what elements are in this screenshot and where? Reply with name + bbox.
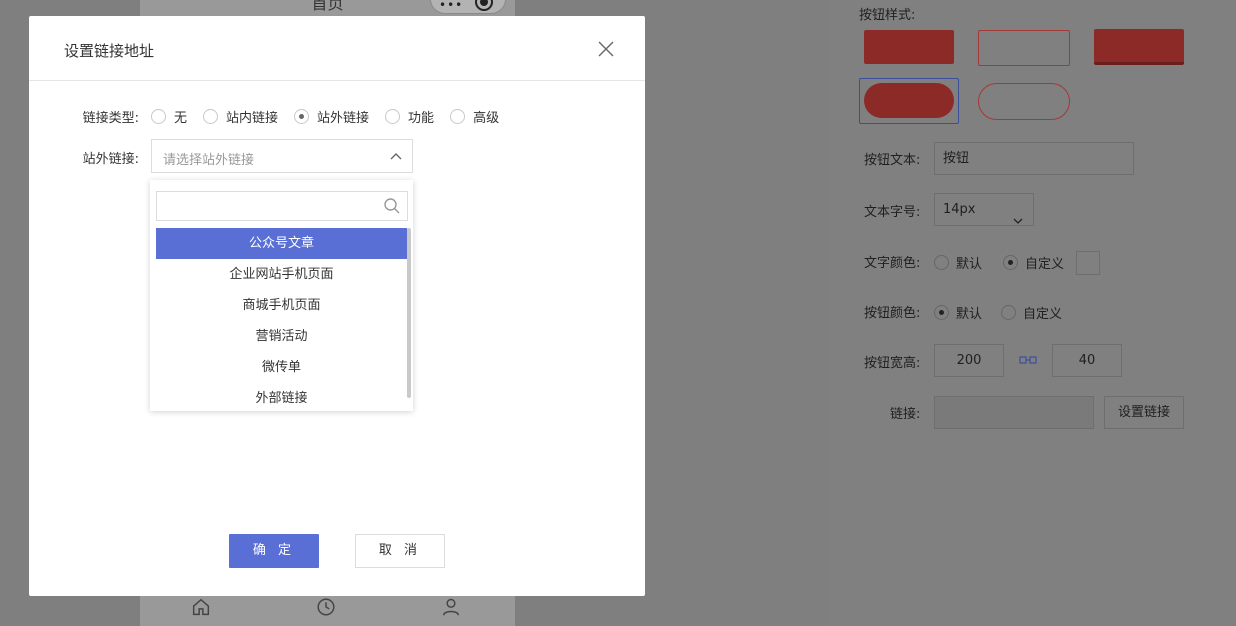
radio-label: 功能 — [408, 110, 435, 126]
link-type-internal-radio[interactable]: 站内链接 — [203, 107, 278, 126]
font-size-label: 文本字号: — [864, 205, 921, 220]
link-type-label: 链接类型: — [82, 111, 139, 126]
set-link-dialog: 设置链接地址 链接类型: 无 站内链接 站外链接 功能 高级 站外链接: 请选择… — [29, 16, 645, 596]
link-display-field — [934, 396, 1094, 429]
select-placeholder: 请选择站外链接 — [163, 153, 255, 168]
style-swatch-selected-frame[interactable] — [859, 78, 959, 124]
radio-label: 站外链接 — [317, 110, 370, 126]
external-link-dropdown: 公众号文章 企业网站手机页面 商城手机页面 营销活动 微传单 外部链接 — [150, 180, 413, 411]
text-color-swatch[interactable] — [1076, 251, 1100, 275]
radio-label: 自定义 — [1023, 307, 1063, 322]
button-text-input[interactable]: 按钮 — [934, 142, 1134, 175]
radio-icon — [151, 108, 166, 124]
radio-icon — [203, 108, 219, 124]
radio-icon — [1001, 305, 1016, 320]
link-type-external-radio[interactable]: 站外链接 — [294, 107, 369, 126]
radio-checked-icon — [1003, 255, 1018, 270]
radio-icon — [450, 108, 466, 124]
link-type-radio-group: 无 站内链接 站外链接 功能 高级 — [151, 107, 515, 126]
radio-checked-icon — [294, 108, 310, 124]
dropdown-option[interactable]: 微传单 — [156, 352, 407, 383]
radio-label: 默认 — [956, 307, 983, 322]
confirm-button[interactable]: 确 定 — [229, 534, 319, 568]
radio-label: 高级 — [473, 110, 500, 126]
radio-checked-icon — [934, 305, 949, 320]
dialog-title: 设置链接地址 — [64, 42, 155, 60]
style-swatch-pill-solid — [864, 83, 954, 118]
dropdown-search-box — [156, 191, 408, 221]
size-label: 按钮宽高: — [864, 356, 921, 371]
dialog-header: 设置链接地址 — [29, 16, 645, 81]
dropdown-option[interactable]: 商城手机页面 — [156, 290, 407, 321]
style-swatch-3d[interactable] — [1094, 29, 1184, 65]
style-swatch-pill-outline[interactable] — [978, 83, 1070, 120]
set-link-button[interactable]: 设置链接 — [1104, 396, 1184, 429]
more-icon: ••• — [439, 0, 464, 12]
radio-label: 无 — [174, 110, 188, 126]
text-color-custom-radio[interactable]: 自定义 — [1003, 253, 1064, 272]
link-type-advanced-radio[interactable]: 高级 — [450, 107, 499, 126]
dropdown-option-list: 公众号文章 企业网站手机页面 商城手机页面 营销活动 微传单 外部链接 — [156, 228, 407, 414]
button-color-default-radio[interactable]: 默认 — [934, 303, 982, 322]
font-size-select[interactable]: 14px — [934, 193, 1034, 226]
dropdown-search-input[interactable] — [163, 192, 383, 220]
button-style-label: 按钮样式: — [859, 8, 916, 23]
radio-icon — [934, 255, 949, 270]
home-icon — [190, 596, 214, 620]
radio-label: 站内链接 — [226, 110, 279, 126]
button-color-custom-radio[interactable]: 自定义 — [1001, 303, 1062, 322]
radio-icon — [385, 108, 401, 124]
clock-icon — [315, 596, 339, 620]
dropdown-option[interactable]: 外部链接 — [156, 383, 407, 414]
text-color-default-radio[interactable]: 默认 — [934, 253, 982, 272]
link-type-function-radio[interactable]: 功能 — [385, 107, 434, 126]
dropdown-option[interactable]: 营销活动 — [156, 321, 407, 352]
link-ratio-icon[interactable] — [1019, 354, 1037, 364]
dropdown-option[interactable]: 公众号文章 — [156, 228, 407, 259]
width-input[interactable]: 200 — [934, 344, 1004, 377]
chevron-down-icon — [1013, 206, 1023, 224]
search-icon[interactable] — [383, 197, 401, 215]
dropdown-option[interactable]: 企业网站手机页面 — [156, 259, 407, 290]
button-color-label: 按钮颜色: — [864, 306, 921, 321]
radio-label: 自定义 — [1025, 257, 1065, 272]
close-target-icon — [475, 0, 493, 11]
font-size-value: 14px — [943, 202, 976, 217]
height-input[interactable]: 40 — [1052, 344, 1122, 377]
link-type-none-radio[interactable]: 无 — [151, 107, 187, 126]
link-label: 链接: — [890, 407, 921, 422]
user-icon — [440, 596, 464, 620]
external-link-label: 站外链接: — [82, 152, 139, 167]
dropdown-scrollbar[interactable] — [407, 228, 411, 398]
chevron-up-icon — [390, 151, 402, 163]
external-link-select[interactable]: 请选择站外链接 — [151, 139, 413, 173]
mini-program-capsule: ••• — [430, 0, 506, 14]
button-text-label: 按钮文本: — [864, 153, 921, 168]
text-color-label: 文字颜色: — [864, 256, 921, 271]
property-panel: 按钮样式: 按钮文本: 按钮 文本字号: 14px 文字颜色: 默认 自定义 按… — [829, 0, 1236, 626]
close-icon[interactable] — [595, 38, 617, 60]
cancel-button[interactable]: 取 消 — [355, 534, 445, 568]
style-swatch-outline[interactable] — [978, 30, 1070, 66]
radio-label: 默认 — [956, 257, 983, 272]
style-swatch-solid[interactable] — [864, 30, 954, 64]
